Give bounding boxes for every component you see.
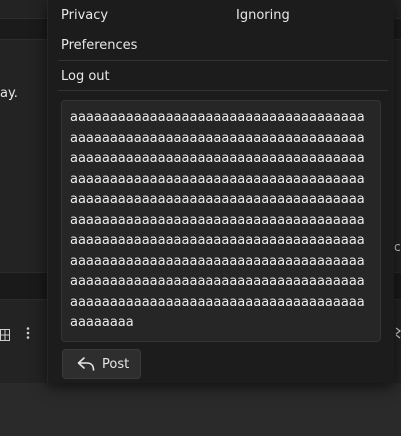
user-menu-popup: Privacy Ignoring Preferences Log out aaa… [47, 0, 394, 383]
background-footer [0, 383, 401, 436]
menu-divider [58, 60, 388, 61]
menu-item-privacy[interactable]: Privacy [61, 8, 108, 23]
menu-divider [58, 90, 388, 91]
kebab-menu-icon[interactable] [22, 325, 34, 339]
menu-item-ignoring[interactable]: Ignoring [236, 8, 290, 23]
menu-item-log-out[interactable]: Log out [61, 69, 110, 84]
post-textarea[interactable]: aaaaaaaaaaaaaaaaaaaaaaaaaaaaaaaaaaaaaaaa… [61, 100, 381, 342]
post-button[interactable]: Post [62, 349, 141, 379]
partial-icon [395, 325, 401, 339]
post-button-label: Post [102, 356, 130, 372]
background-text-fragment: ay. [0, 86, 18, 101]
background-right-glyph: c [394, 240, 401, 254]
grid-icon[interactable] [0, 326, 10, 341]
menu-item-preferences[interactable]: Preferences [61, 38, 137, 53]
reply-arrow-icon [77, 356, 95, 372]
